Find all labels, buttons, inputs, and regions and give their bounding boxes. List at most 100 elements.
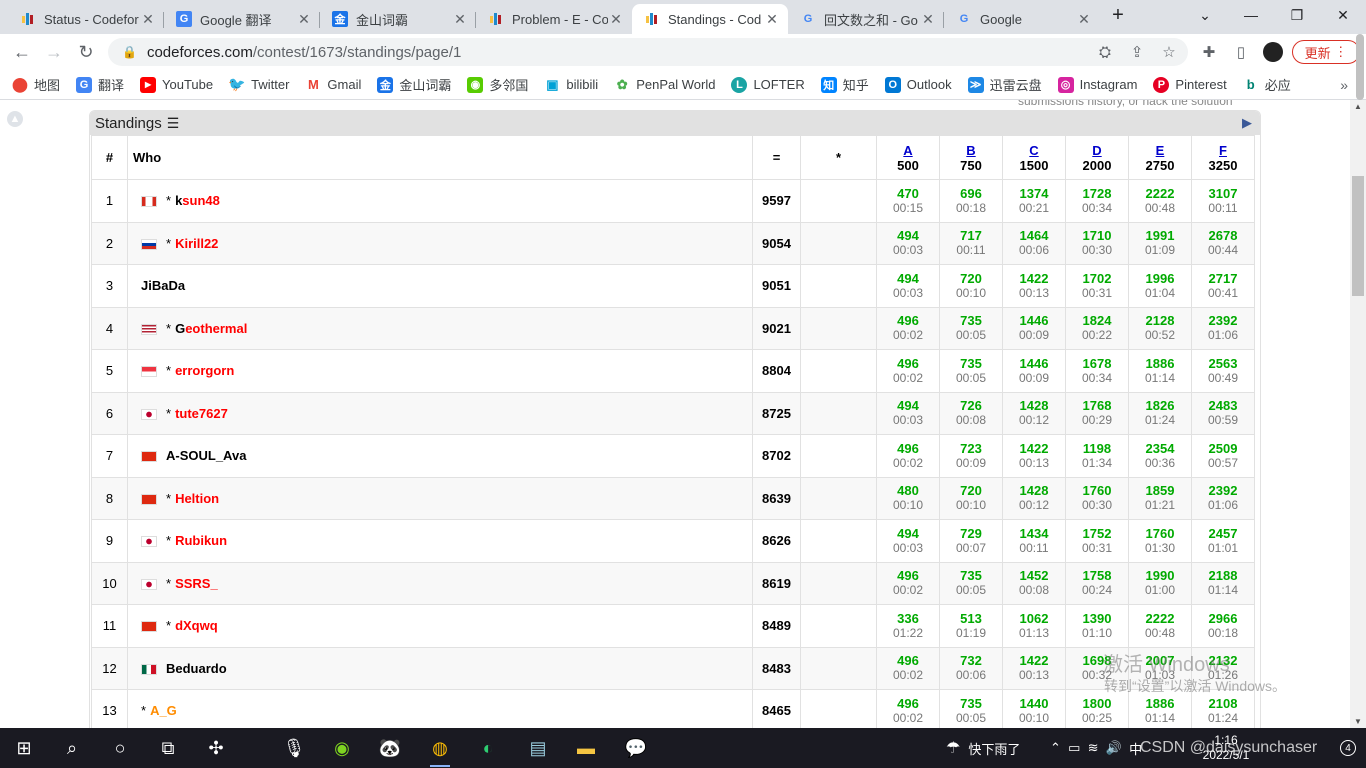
close-icon[interactable]: ✕ bbox=[296, 11, 312, 27]
problem-c-header[interactable]: C 1500 bbox=[1002, 135, 1066, 180]
participant-handle[interactable]: Heltion bbox=[175, 491, 219, 506]
problem-e-header[interactable]: E 2750 bbox=[1128, 135, 1192, 180]
new-tab-button[interactable]: + bbox=[1102, 0, 1134, 30]
problem-result-cell[interactable]: 729 00:07 bbox=[939, 519, 1003, 563]
problem-result-cell[interactable]: 1422 00:13 bbox=[1002, 646, 1066, 690]
problem-result-cell[interactable]: 494 00:03 bbox=[876, 519, 940, 563]
close-window-button[interactable]: ✕ bbox=[1320, 0, 1366, 30]
problem-result-cell[interactable]: 513 01:19 bbox=[939, 604, 1003, 648]
problem-result-cell[interactable]: 1062 01:13 bbox=[1002, 604, 1066, 648]
close-icon[interactable]: ✕ bbox=[452, 11, 468, 27]
problem-result-cell[interactable]: 496 00:02 bbox=[876, 561, 940, 605]
problem-result-cell[interactable]: 732 00:06 bbox=[939, 646, 1003, 690]
participant-handle[interactable]: Kirill22 bbox=[175, 236, 218, 251]
tab-standings[interactable]: Standings - Cod ✕ bbox=[632, 4, 788, 34]
problem-result-cell[interactable]: 1990 01:00 bbox=[1128, 561, 1192, 605]
extensions-icon[interactable]: ✚ bbox=[1197, 38, 1221, 66]
search-icon[interactable]: ⌕ bbox=[56, 732, 88, 764]
bookmark-translate[interactable]: G 翻译 bbox=[76, 75, 124, 94]
tab-palindrome-search[interactable]: G 回文数之和 - Go ✕ bbox=[788, 4, 944, 34]
pinwheel-app-icon[interactable]: ✣ bbox=[200, 732, 232, 764]
problem-link[interactable]: E bbox=[1129, 143, 1191, 158]
problem-result-cell[interactable]: 494 00:03 bbox=[876, 221, 940, 265]
expand-arrow-icon[interactable]: ▶ bbox=[1242, 115, 1252, 131]
scroll-up-arrow-icon[interactable]: ▲ bbox=[1354, 102, 1362, 111]
participant-handle[interactable]: Rubikun bbox=[175, 533, 227, 548]
problem-link[interactable]: C bbox=[1003, 143, 1065, 158]
problem-result-cell[interactable]: 1452 00:08 bbox=[1002, 561, 1066, 605]
problem-result-cell[interactable]: 1198 01:34 bbox=[1065, 434, 1129, 478]
cortana-icon[interactable]: ○ bbox=[104, 732, 136, 764]
problem-result-cell[interactable]: 1728 00:34 bbox=[1065, 179, 1129, 223]
problem-result-cell[interactable]: 1464 00:06 bbox=[1002, 221, 1066, 265]
close-icon[interactable]: ✕ bbox=[608, 11, 624, 27]
problem-result-cell[interactable]: 726 00:08 bbox=[939, 391, 1003, 435]
problem-link[interactable]: B bbox=[940, 143, 1002, 158]
tab-strip-scrollbar[interactable] bbox=[1356, 34, 1364, 100]
bookmark-bing[interactable]: b 必应 bbox=[1243, 75, 1291, 94]
tab-iciba[interactable]: 金 金山词霸 ✕ bbox=[320, 4, 476, 34]
bookmark-penpal-world[interactable]: ✿ PenPal World bbox=[614, 77, 716, 93]
side-panel-icon[interactable]: ▯ bbox=[1229, 38, 1253, 66]
problem-result-cell[interactable]: 1760 01:30 bbox=[1128, 519, 1192, 563]
bookmark-pinterest[interactable]: P Pinterest bbox=[1153, 76, 1227, 93]
bookmark-maps[interactable]: ⬤ 地图 bbox=[12, 75, 60, 94]
tab-status[interactable]: Status - Codefor ✕ bbox=[8, 4, 164, 34]
scroll-up-icon[interactable]: ▲ bbox=[7, 111, 23, 127]
problem-result-cell[interactable]: 336 01:22 bbox=[876, 604, 940, 648]
close-icon[interactable]: ✕ bbox=[1076, 11, 1092, 27]
problem-result-cell[interactable]: 2392 01:06 bbox=[1191, 476, 1255, 520]
problem-result-cell[interactable]: 735 00:05 bbox=[939, 306, 1003, 350]
problem-f-header[interactable]: F 3250 bbox=[1191, 135, 1255, 180]
problem-result-cell[interactable]: 2392 01:06 bbox=[1191, 306, 1255, 350]
restore-button[interactable]: ❐ bbox=[1274, 0, 1320, 30]
weather-widget[interactable]: ☂ 快下雨了 bbox=[946, 728, 1020, 768]
problem-result-cell[interactable]: 720 00:10 bbox=[939, 476, 1003, 520]
tab-problem[interactable]: Problem - E - Co ✕ bbox=[476, 4, 632, 34]
bookmark-iciba[interactable]: 金金山词霸 bbox=[377, 75, 451, 94]
problem-link[interactable]: F bbox=[1192, 143, 1254, 158]
close-icon[interactable]: ✕ bbox=[764, 11, 780, 27]
bookmark-lofter[interactable]: L LOFTER bbox=[731, 76, 805, 93]
forward-icon[interactable]: → bbox=[40, 38, 68, 66]
participant-handle[interactable]: SSRS_ bbox=[175, 576, 218, 591]
problem-result-cell[interactable]: 2563 00:49 bbox=[1191, 349, 1255, 393]
problem-result-cell[interactable]: 480 00:10 bbox=[876, 476, 940, 520]
problem-b-header[interactable]: B 750 bbox=[939, 135, 1003, 180]
green-app-icon[interactable]: ◉ bbox=[326, 732, 358, 764]
problem-result-cell[interactable]: 2509 00:57 bbox=[1191, 434, 1255, 478]
problem-result-cell[interactable]: 1859 01:21 bbox=[1128, 476, 1192, 520]
problem-result-cell[interactable]: 735 00:05 bbox=[939, 561, 1003, 605]
problem-result-cell[interactable]: 1446 00:09 bbox=[1002, 306, 1066, 350]
tab-google[interactable]: G Google ✕ bbox=[944, 4, 1100, 34]
problem-result-cell[interactable]: 2483 00:59 bbox=[1191, 391, 1255, 435]
microphone-app-icon[interactable]: 🎙 bbox=[278, 732, 310, 764]
participant-handle[interactable]: JiBaDa bbox=[141, 278, 185, 293]
problem-result-cell[interactable]: 2128 00:52 bbox=[1128, 306, 1192, 350]
problem-result-cell[interactable]: 723 00:09 bbox=[939, 434, 1003, 478]
bookmark-duolingo[interactable]: ◉ 多邻国 bbox=[467, 75, 528, 94]
problem-result-cell[interactable]: 696 00:18 bbox=[939, 179, 1003, 223]
problem-result-cell[interactable]: 1702 00:31 bbox=[1065, 264, 1129, 308]
problem-result-cell[interactable]: 2188 01:14 bbox=[1191, 561, 1255, 605]
problem-result-cell[interactable]: 1374 00:21 bbox=[1002, 179, 1066, 223]
problem-result-cell[interactable]: 2966 00:18 bbox=[1191, 604, 1255, 648]
problem-result-cell[interactable]: 1678 00:34 bbox=[1065, 349, 1129, 393]
close-icon[interactable]: ✕ bbox=[920, 11, 936, 27]
problem-result-cell[interactable]: 1428 00:12 bbox=[1002, 476, 1066, 520]
close-icon[interactable]: ✕ bbox=[140, 11, 156, 27]
problem-d-header[interactable]: D 2000 bbox=[1065, 135, 1129, 180]
bookmarks-overflow-icon[interactable]: » bbox=[1340, 70, 1348, 100]
bookmark-youtube[interactable]: ▶ YouTube bbox=[140, 76, 213, 93]
translate-page-icon[interactable]: ⛭ bbox=[1093, 38, 1117, 66]
problem-result-cell[interactable]: 1434 00:11 bbox=[1002, 519, 1066, 563]
problem-link[interactable]: A bbox=[877, 143, 939, 158]
file-explorer-icon[interactable]: ▬ bbox=[570, 732, 602, 764]
problem-result-cell[interactable]: 720 00:10 bbox=[939, 264, 1003, 308]
task-view-icon[interactable]: ⧉ bbox=[152, 732, 184, 764]
problem-result-cell[interactable]: 2678 00:44 bbox=[1191, 221, 1255, 265]
update-button[interactable]: 更新 ⋮ bbox=[1292, 40, 1360, 64]
problem-result-cell[interactable]: 2457 01:01 bbox=[1191, 519, 1255, 563]
windows-start-icon[interactable]: ⊞ bbox=[8, 732, 40, 764]
minimize-button[interactable]: — bbox=[1228, 0, 1274, 30]
